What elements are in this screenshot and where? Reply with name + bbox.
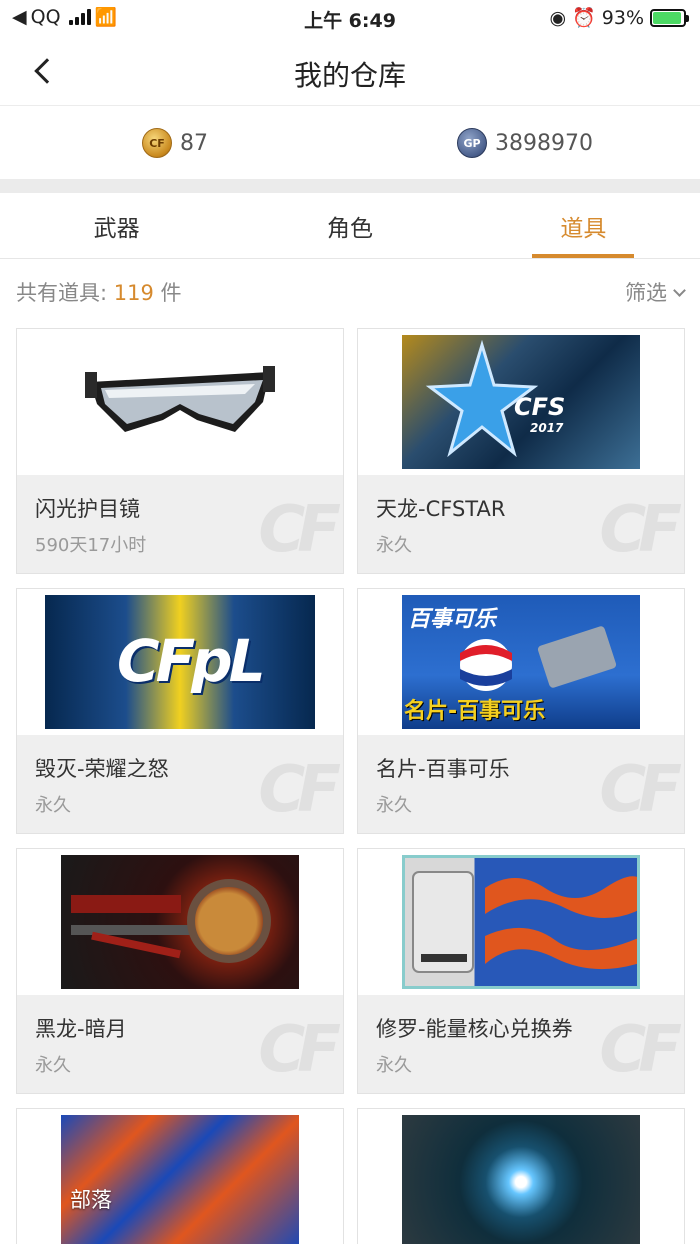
item-count: 共有道具: 119 件: [16, 277, 182, 307]
pepsi-card-label-text: 名片-百事可乐: [404, 699, 546, 724]
status-bar: ◀ QQ 📶 上午 6:49 ◉ ⏰ 93%: [0, 0, 700, 36]
tribe-entry[interactable]: 部落: [36, 1184, 112, 1214]
filter-label: 筛选: [625, 281, 667, 305]
dark-dragon-image: [61, 855, 299, 989]
nav-bar: 我的仓库: [0, 36, 700, 106]
tab-characters[interactable]: 角色: [233, 193, 466, 258]
item-info: 修罗-能量核心兑换券 永久 CF: [358, 995, 684, 1093]
item-info: 黑龙-暗月 永久 CF: [17, 995, 343, 1093]
summary-row: 共有道具: 119 件 筛选: [16, 272, 686, 312]
item-card[interactable]: CFpL 毁灭-荣耀之怒 永久 CF: [16, 588, 344, 834]
status-right: ◉ ⏰ 93%: [549, 6, 689, 29]
item-thumbnail: [17, 1109, 343, 1244]
item-count-prefix: 共有道具:: [16, 281, 108, 305]
item-card[interactable]: 黑龙-暗月 永久 CF: [16, 848, 344, 1094]
page-title: 我的仓库: [293, 59, 406, 92]
item-info: 名片-百事可乐 永久 CF: [358, 735, 684, 833]
cf-watermark-icon: CF: [599, 493, 682, 567]
tribe-label: 部落: [70, 1188, 112, 1212]
cf-points-value: 87: [180, 130, 208, 156]
item-card[interactable]: 百事可乐 名片-百事可乐 名片-百事可乐 永久 CF: [357, 588, 685, 834]
weapon-icon: [71, 879, 271, 963]
tab-bar: 武器 角色 道具: [0, 193, 700, 259]
cf-watermark-icon: CF: [258, 753, 341, 827]
cfstar-image: CFS 2017: [402, 335, 640, 469]
cfpl-image: CFpL: [45, 595, 315, 729]
ticket-icon: [412, 871, 637, 973]
item-thumbnail: [17, 849, 343, 995]
cf-watermark-icon: CF: [599, 1013, 682, 1087]
gp-coin-icon: GP: [457, 128, 487, 158]
item-thumbnail: CFS 2017: [358, 329, 684, 475]
goggles-image: [85, 366, 275, 432]
currency-row: CF 87 GP 3898970: [0, 107, 700, 179]
item-card[interactable]: 修罗-能量核心兑换券 永久 CF: [357, 848, 685, 1094]
cf-coin-icon: CF: [142, 128, 172, 158]
item-info: 闪光护目镜 590天17小时 CF: [17, 475, 343, 573]
item-thumbnail: [17, 329, 343, 475]
item-thumbnail: [358, 849, 684, 995]
alarm-icon: ⏰: [572, 7, 596, 29]
rotation-lock-icon: ◉: [549, 6, 567, 29]
flame-weapon-image: [61, 1115, 299, 1244]
item-count-value: 119: [113, 281, 154, 305]
item-thumbnail: [358, 1109, 684, 1244]
item-thumbnail: 百事可乐 名片-百事可乐: [358, 589, 684, 735]
section-divider: [0, 179, 700, 193]
pepsi-title-text: 百事可乐: [408, 607, 497, 632]
item-card[interactable]: 闪光护目镜 590天17小时 CF: [16, 328, 344, 574]
cfs-logo-text: CFS: [514, 393, 566, 421]
pepsi-card-image: 百事可乐 名片-百事可乐: [402, 595, 640, 729]
item-info: 毁灭-荣耀之怒 永久 CF: [17, 735, 343, 833]
battery-percent: 93%: [601, 6, 644, 29]
item-count-suffix: 件: [160, 281, 182, 305]
cf-watermark-icon: CF: [258, 493, 341, 567]
filter-button[interactable]: 筛选: [625, 277, 686, 307]
energy-orb-image: [402, 1115, 640, 1244]
gp-points: GP 3898970: [350, 107, 700, 179]
cf-watermark-icon: CF: [599, 753, 682, 827]
gp-points-value: 3898970: [495, 130, 593, 156]
tab-items[interactable]: 道具: [467, 193, 700, 258]
item-card[interactable]: [357, 1108, 685, 1244]
cfs-year-text: 2017: [530, 421, 564, 435]
item-info: 天龙-CFSTAR 永久 CF: [358, 475, 684, 573]
item-card[interactable]: CFS 2017 天龙-CFSTAR 永久 CF: [357, 328, 685, 574]
tribe-icon: [36, 1188, 62, 1210]
chevron-down-icon: [673, 283, 686, 297]
cfpl-logo-text: CFpL: [117, 627, 266, 695]
cf-points: CF 87: [0, 107, 350, 179]
cf-watermark-icon: CF: [258, 1013, 341, 1087]
tab-weapons[interactable]: 武器: [0, 193, 233, 258]
item-card[interactable]: [16, 1108, 344, 1244]
item-thumbnail: CFpL: [17, 589, 343, 735]
battery-icon: [650, 8, 689, 27]
energy-core-ticket-image: [402, 855, 640, 989]
